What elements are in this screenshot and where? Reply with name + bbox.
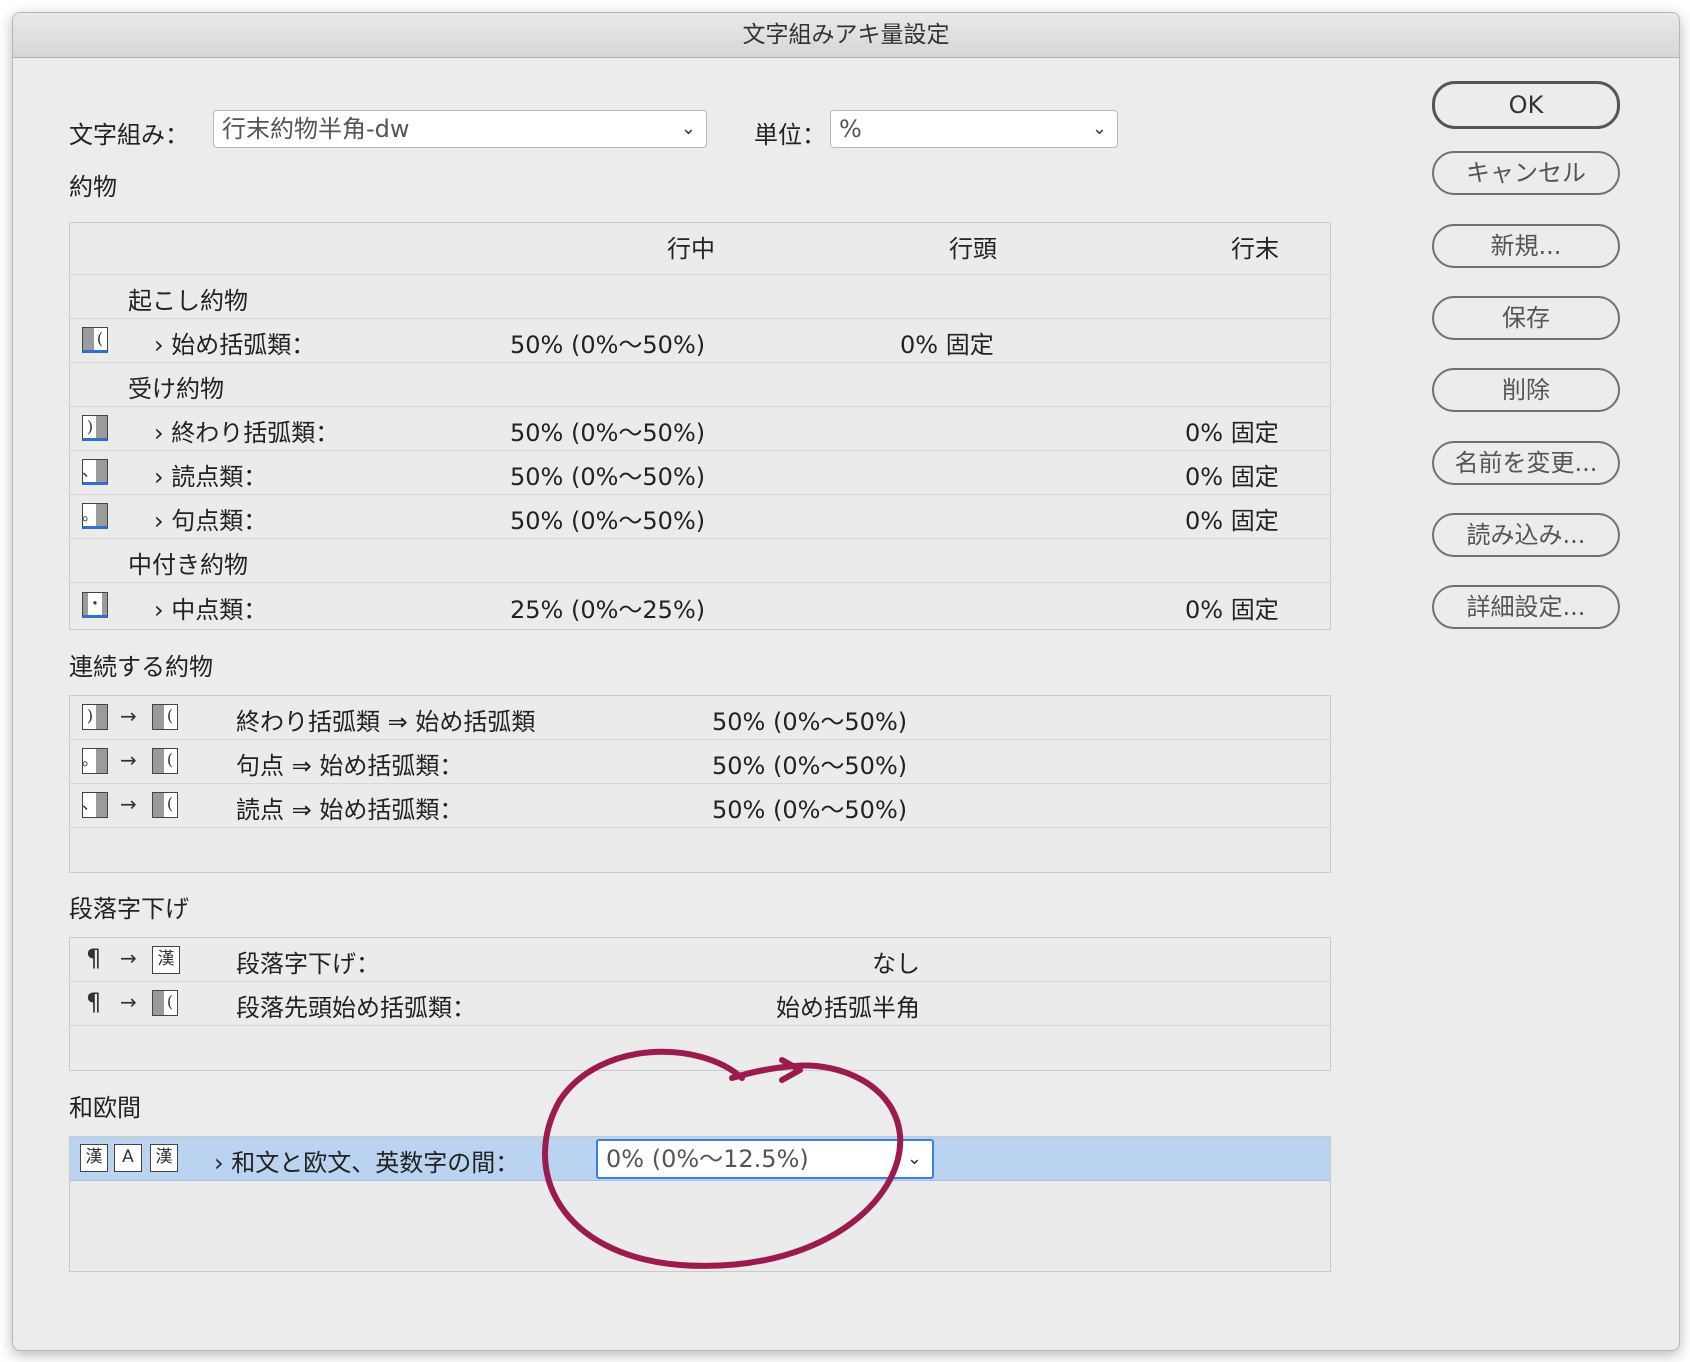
table-row[interactable]: 、 → ( 読点 ⇒ 始め括弧類： 50% (0%〜50%) (70, 784, 1330, 828)
row-value[interactable]: 50% (0%〜50%) (712, 790, 907, 825)
arrow-icon: → (120, 748, 137, 772)
row-label: › 和文と欧文、英数字の間： (214, 1149, 520, 1177)
waou-value: 0% (0%〜12.5%) (606, 1145, 809, 1173)
table-row[interactable]: 、 › 読点類： 50% (0%〜50%) 0% 固定 (70, 451, 1330, 495)
chevron-down-icon: ⌄ (1091, 118, 1107, 139)
row-label: › 中点類： (154, 596, 268, 624)
window-title: 文字組みアキ量設定 (13, 13, 1679, 58)
period-icon: 。 (82, 748, 108, 774)
section-label-renzoku: 連続する約物 (69, 653, 213, 681)
renzoku-table: ) → ( 終わり括弧類 ⇒ 始め括弧類 50% (0%〜50%) 。 → ( … (69, 695, 1331, 873)
unit-select-value: % (839, 115, 862, 143)
chevron-down-icon: ⌄ (680, 118, 696, 139)
kanji-icon: 漢 (150, 1144, 178, 1172)
table-row-selected[interactable]: 漢 A 漢 › 和文と欧文、英数字の間： 0% (0%〜12.5%) ⌄ (70, 1137, 1330, 1181)
column-header-end: 行末 (1231, 235, 1279, 263)
column-header-mid: 行中 (667, 235, 715, 263)
comma-icon: 、 (82, 792, 108, 818)
cancel-button[interactable]: キャンセル (1432, 151, 1620, 195)
table-row[interactable]: ・ › 中点類： 25% (0%〜25%) 0% 固定 (70, 583, 1330, 629)
waou-table: 漢 A 漢 › 和文と欧文、英数字の間： 0% (0%〜12.5%) ⌄ (69, 1136, 1331, 1272)
close-paren-icon: ) (82, 704, 108, 730)
row-label: 句点 ⇒ 始め括弧類： (236, 752, 464, 780)
pilcrow-icon: ¶ (86, 988, 102, 1016)
arrow-icon: → (120, 792, 137, 816)
group-row: 中付き約物 (70, 539, 1330, 583)
row-value-end[interactable]: 0% 固定 (1185, 501, 1279, 536)
rename-button[interactable]: 名前を変更... (1432, 441, 1620, 485)
row-value-mid[interactable]: 25% (0%〜25%) (510, 590, 705, 625)
row-label: 段落先頭始め括弧類： (236, 994, 476, 1022)
open-paren-icon: ( (152, 792, 178, 818)
open-paren-icon: ( (82, 327, 108, 353)
unit-label: 単位： (754, 121, 826, 149)
period-icon: 。 (82, 503, 108, 529)
row-label: › 読点類： (154, 463, 268, 491)
table-row[interactable]: 。 › 句点類： 50% (0%〜50%) 0% 固定 (70, 495, 1330, 539)
dialog-window: 文字組みアキ量設定 文字組み： 行末約物半角-dw ⌄ 単位： % ⌄ 約物 行… (12, 12, 1680, 1351)
group-label: 受け約物 (128, 375, 224, 403)
nakaguro-icon: ・ (82, 592, 108, 618)
row-value-mid[interactable]: 50% (0%〜50%) (510, 413, 705, 448)
alpha-icon: A (114, 1144, 142, 1172)
mojikumi-select-value: 行末約物半角-dw (222, 115, 410, 143)
save-button[interactable]: 保存 (1432, 296, 1620, 340)
table-row[interactable]: ¶ → 漢 段落字下げ： なし (70, 938, 1330, 982)
row-label: 読点 ⇒ 始め括弧類： (236, 796, 464, 824)
advanced-settings-button[interactable]: 詳細設定... (1432, 585, 1620, 629)
row-label: 終わり括弧類 ⇒ 始め括弧類 (236, 708, 536, 736)
row-value-end[interactable]: 0% 固定 (1185, 457, 1279, 492)
table-row[interactable]: ) › 終わり括弧類： 50% (0%〜50%) 0% 固定 (70, 407, 1330, 451)
unit-select[interactable]: % ⌄ (830, 110, 1118, 148)
row-value[interactable]: 50% (0%〜50%) (712, 702, 907, 737)
mojikumi-label: 文字組み： (69, 121, 189, 149)
ok-button[interactable]: OK (1432, 81, 1620, 129)
close-paren-icon: ) (82, 415, 108, 441)
import-button[interactable]: 読み込み... (1432, 513, 1620, 557)
section-label-waou: 和欧間 (69, 1094, 141, 1122)
arrow-icon: → (120, 946, 137, 970)
pilcrow-icon: ¶ (86, 944, 102, 972)
group-label: 中付き約物 (128, 551, 248, 579)
table-row[interactable]: 。 → ( 句点 ⇒ 始め括弧類： 50% (0%〜50%) (70, 740, 1330, 784)
table-header-row: 行中 行頭 行末 (70, 223, 1330, 275)
row-label: › 終わり括弧類： (154, 419, 340, 447)
arrow-icon: → (120, 704, 137, 728)
open-paren-icon: ( (152, 704, 178, 730)
indent-table: ¶ → 漢 段落字下げ： なし ¶ → ( 段落先頭始め括弧類： 始め括弧半角 (69, 937, 1331, 1071)
row-value[interactable]: 始め括弧半角 (776, 988, 920, 1023)
open-paren-icon: ( (152, 748, 178, 774)
comma-icon: 、 (82, 459, 108, 485)
row-label: › 始め括弧類： (154, 331, 316, 359)
yakumono-table: 行中 行頭 行末 起こし約物 ( › 始め括弧類： 50% (0%〜50%) 0… (69, 222, 1331, 630)
row-value-mid[interactable]: 50% (0%〜50%) (510, 501, 705, 536)
row-value[interactable]: なし (872, 944, 920, 979)
row-value-start[interactable]: 0% 固定 (900, 325, 994, 360)
row-label: 段落字下げ： (236, 950, 380, 978)
mojikumi-select[interactable]: 行末約物半角-dw ⌄ (213, 110, 707, 148)
kanji-icon: 漢 (80, 1144, 108, 1172)
row-value[interactable]: 50% (0%〜50%) (712, 746, 907, 781)
new-button[interactable]: 新規... (1432, 224, 1620, 268)
table-row[interactable]: ) → ( 終わり括弧類 ⇒ 始め括弧類 50% (0%〜50%) (70, 696, 1330, 740)
row-label: › 句点類： (154, 507, 268, 535)
column-header-start: 行頭 (949, 235, 997, 263)
kanji-icon: 漢 (152, 946, 180, 974)
section-label-yakumono: 約物 (69, 173, 117, 201)
group-row: 受け約物 (70, 363, 1330, 407)
row-value-mid[interactable]: 50% (0%〜50%) (510, 457, 705, 492)
delete-button[interactable]: 削除 (1432, 368, 1620, 412)
table-row[interactable]: ¶ → ( 段落先頭始め括弧類： 始め括弧半角 (70, 982, 1330, 1026)
row-value-mid[interactable]: 50% (0%〜50%) (510, 325, 705, 360)
row-value-end[interactable]: 0% 固定 (1185, 413, 1279, 448)
table-row[interactable]: ( › 始め括弧類： 50% (0%〜50%) 0% 固定 (70, 319, 1330, 363)
open-paren-icon: ( (152, 990, 178, 1016)
waou-value-select[interactable]: 0% (0%〜12.5%) ⌄ (596, 1139, 934, 1179)
chevron-down-icon: ⌄ (906, 1148, 922, 1169)
group-row: 起こし約物 (70, 275, 1330, 319)
group-label: 起こし約物 (128, 287, 248, 315)
arrow-icon: → (120, 990, 137, 1014)
row-value-end[interactable]: 0% 固定 (1185, 590, 1279, 625)
section-label-indent: 段落字下げ (69, 895, 189, 923)
